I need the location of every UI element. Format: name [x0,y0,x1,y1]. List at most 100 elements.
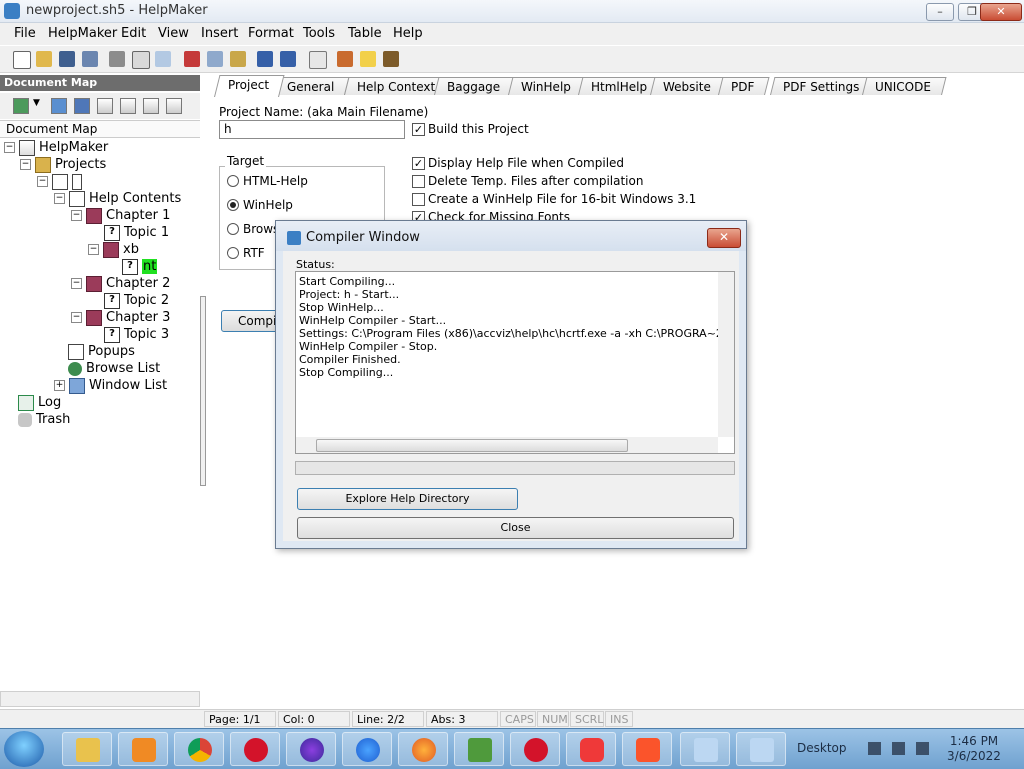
copy-icon[interactable] [207,51,223,67]
tree-item-nt[interactable]: ? nt [122,258,158,275]
status-vertical-scrollbar[interactable] [718,272,734,437]
menu-help[interactable]: Help [393,26,423,41]
radio-rtf[interactable] [227,247,239,259]
move-up-icon[interactable] [97,98,113,114]
close-window-button[interactable]: ✕ [980,3,1022,21]
undo-icon[interactable] [257,51,273,67]
properties-icon[interactable] [309,51,327,69]
tree-item-projects[interactable]: − Projects [20,156,106,173]
taskbar-firefox-3[interactable] [398,732,448,766]
spell-check-icon[interactable] [155,51,171,67]
expand-icon[interactable]: + [54,380,65,391]
tree-horizontal-scrollbar[interactable] [0,691,200,707]
tree-item-chapter-2[interactable]: − Chapter 2 [71,275,170,292]
taskbar-file-explorer[interactable] [62,732,112,766]
open-folder-icon[interactable] [36,51,52,67]
taskbar-helpmaker[interactable] [454,732,504,766]
collapse-icon[interactable]: − [71,210,82,221]
desktop-toolbar-label[interactable]: Desktop [797,741,847,755]
tree-item-project[interactable]: − [37,173,86,190]
tab-general[interactable]: General [274,77,350,95]
redo-icon[interactable] [280,51,296,67]
move-left-icon[interactable] [143,98,159,114]
taskbar-firefox-1[interactable] [286,732,336,766]
menu-file[interactable]: File [14,26,36,41]
flag-icon[interactable] [868,742,881,755]
taskbar-vivaldi[interactable] [566,732,616,766]
radio-html-help[interactable] [227,175,239,187]
close-dialog-button[interactable]: Close [297,517,734,539]
tree-item-topic-3[interactable]: ? Topic 3 [104,326,169,343]
collapse-icon[interactable]: − [54,193,65,204]
tree-item-log[interactable]: Log [18,394,61,411]
status-horizontal-scrollbar[interactable] [296,437,718,453]
tree-item-help-contents[interactable]: − Help Contents [54,190,181,207]
collapse-icon[interactable]: − [71,312,82,323]
radio-winhelp[interactable] [227,199,239,211]
project-name-input[interactable]: h [219,120,405,139]
tab-project[interactable]: Project [214,75,285,97]
dropdown-arrow-icon[interactable]: ▼ [33,98,43,114]
tree-item-browse-list[interactable]: Browse List [68,360,160,377]
display-help-checkbox[interactable]: ✓ [412,157,425,170]
cut-icon[interactable] [184,51,200,67]
add-chapter-icon[interactable] [51,98,67,114]
build-icon[interactable] [337,51,353,67]
menu-edit[interactable]: Edit [121,26,146,41]
taskbar-brave[interactable] [622,732,672,766]
move-right-icon[interactable] [166,98,182,114]
taskbar-chrome[interactable] [174,732,224,766]
tree-item-helpmaker[interactable]: − HelpMaker [4,139,108,156]
network-icon[interactable] [892,742,905,755]
menu-format[interactable]: Format [248,26,294,41]
tab-winhelp[interactable]: WinHelp [508,77,587,95]
menu-helpmaker[interactable]: HelpMaker [48,26,117,41]
taskbar-media-player[interactable] [118,732,168,766]
tree-item-chapter-3[interactable]: − Chapter 3 [71,309,170,326]
tree-item-chapter-1[interactable]: − Chapter 1 [71,207,170,224]
start-button[interactable] [4,731,44,767]
new-file-icon[interactable] [13,51,31,69]
print-icon[interactable] [109,51,125,67]
taskbar-opera[interactable] [230,732,280,766]
tree-list-icon[interactable] [74,98,90,114]
taskbar-help-2[interactable] [736,732,786,766]
minimize-button[interactable]: – [926,3,954,21]
tree-item-topic-2[interactable]: ? Topic 2 [104,292,169,309]
volume-icon[interactable] [916,742,929,755]
taskbar-firefox-2[interactable] [342,732,392,766]
print-preview-icon[interactable] [132,51,150,69]
dialog-close-icon[interactable]: ✕ [707,228,741,248]
compile-icon[interactable] [383,51,399,67]
tab-website[interactable]: Website [650,77,727,95]
tree-item-xb[interactable]: − xb [88,241,139,258]
explore-help-directory-button[interactable]: Explore Help Directory [297,488,518,510]
taskbar-help-1[interactable] [680,732,730,766]
pane-splitter[interactable] [200,296,206,486]
status-log[interactable]: Start Compiling... Project: h - Start...… [295,271,735,454]
menu-table[interactable]: Table [348,26,382,41]
build-project-checkbox[interactable]: ✓ [412,123,425,136]
collapse-icon[interactable]: − [88,244,99,255]
tab-pdf-settings[interactable]: PDF Settings [770,77,875,95]
collapse-icon[interactable]: − [37,176,48,187]
save-icon[interactable] [59,51,75,67]
tree-item-topic-1[interactable]: ? Topic 1 [104,224,169,241]
scroll-thumb[interactable] [316,439,628,452]
tree-item-popups[interactable]: Popups [68,343,135,360]
paste-icon[interactable] [230,51,246,67]
menu-view[interactable]: View [158,26,189,41]
menu-insert[interactable]: Insert [201,26,238,41]
help-topic-icon[interactable] [360,51,376,67]
move-down-icon[interactable] [120,98,136,114]
tree-item-trash[interactable]: Trash [18,411,70,428]
tab-unicode[interactable]: UNICODE [862,77,947,95]
collapse-icon[interactable]: − [20,159,31,170]
tab-pdf[interactable]: PDF [718,77,770,95]
tree-item-window-list[interactable]: + Window List [54,377,167,394]
collapse-icon[interactable]: − [4,142,15,153]
tab-baggage[interactable]: Baggage [434,77,516,95]
system-clock[interactable]: 1:46 PM 3/6/2022 [944,734,1004,764]
save-all-icon[interactable] [82,51,98,67]
radio-browse[interactable] [227,223,239,235]
